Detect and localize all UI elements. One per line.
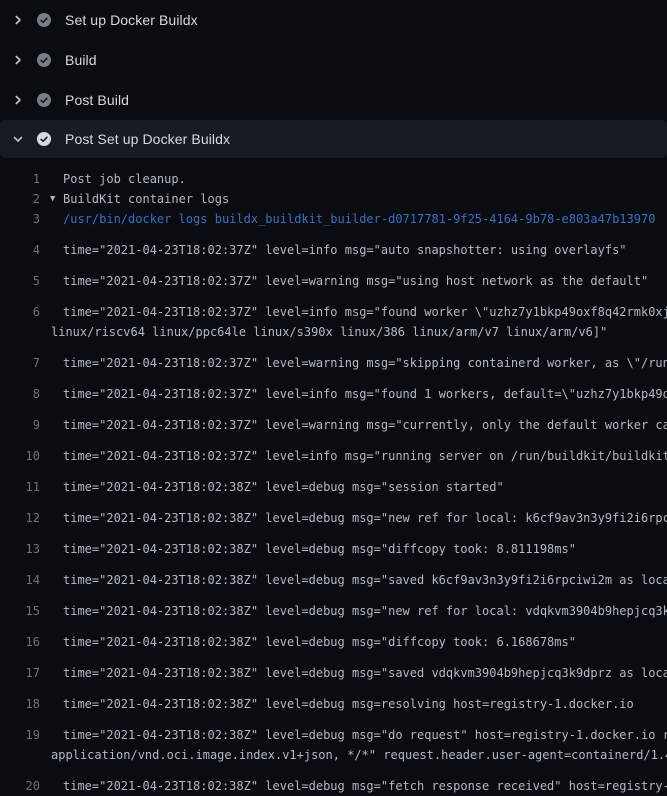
chevron-right-icon[interactable] <box>10 12 26 28</box>
log-line-number[interactable]: 7 <box>0 353 40 373</box>
log-line-number[interactable]: 17 <box>0 663 40 683</box>
step-label: Build <box>65 52 97 68</box>
log-line-number[interactable]: 4 <box>0 240 40 260</box>
log-line-text: BuildKit container logs <box>63 189 229 209</box>
step-label: Post Build <box>65 92 129 108</box>
log-line-text: application/vnd.oci.image.index.v1+json,… <box>51 745 667 765</box>
log-line-number[interactable]: 14 <box>0 570 40 590</box>
log-line-number[interactable]: 20 <box>0 776 40 796</box>
log-line-text: time="2021-04-23T18:02:37Z" level=info m… <box>63 240 627 260</box>
log-line-number[interactable]: 12 <box>0 508 40 528</box>
log-line-number[interactable]: 19 <box>0 725 40 745</box>
chevron-right-icon[interactable] <box>10 92 26 108</box>
log-line: 11 time="2021-04-23T18:02:38Z" level=debu… <box>0 466 667 497</box>
check-circle-icon <box>37 93 51 107</box>
log-line-text: time="2021-04-23T18:02:38Z" level=debug … <box>63 601 667 621</box>
log-line: 3/usr/bin/docker logs buildx_buildkit_bu… <box>0 209 667 229</box>
log-line-number[interactable]: 5 <box>0 271 40 291</box>
log-line: 10 time="2021-04-23T18:02:37Z" level=info… <box>0 435 667 466</box>
log-line-text: time="2021-04-23T18:02:38Z" level=debug … <box>63 725 667 745</box>
log-line: 20 time="2021-04-23T18:02:38Z" level=debu… <box>0 765 667 796</box>
log-line: 12 time="2021-04-23T18:02:38Z" level=debu… <box>0 497 667 528</box>
log-line: 16 time="2021-04-23T18:02:38Z" level=debu… <box>0 621 667 652</box>
log-line: 1 Post job cleanup. <box>0 169 667 189</box>
log-line-text: time="2021-04-23T18:02:37Z" level=warnin… <box>63 271 648 291</box>
log-line-number[interactable]: 2 <box>0 189 40 209</box>
log-line-text: time="2021-04-23T18:02:37Z" level=warnin… <box>63 353 667 373</box>
log-line-number[interactable]: 15 <box>0 601 40 621</box>
log-line-number[interactable]: 18 <box>0 694 40 714</box>
log-line-text: time="2021-04-23T18:02:38Z" level=debug … <box>63 663 667 683</box>
log-line-text: time="2021-04-23T18:02:37Z" level=info m… <box>63 446 667 466</box>
chevron-down-icon[interactable] <box>10 131 26 147</box>
log-line-number[interactable]: 8 <box>0 384 40 404</box>
chevron-right-icon[interactable] <box>10 52 26 68</box>
log-line: 15 time="2021-04-23T18:02:38Z" level=debu… <box>0 590 667 621</box>
log-line: 17 time="2021-04-23T18:02:38Z" level=debu… <box>0 652 667 683</box>
log-line-text: time="2021-04-23T18:02:37Z" level=info m… <box>63 384 667 404</box>
log-line-number[interactable]: 3 <box>0 209 40 229</box>
log-line-text: time="2021-04-23T18:02:38Z" level=debug … <box>63 539 576 559</box>
log-line-number[interactable]: 1 <box>0 169 40 189</box>
step-row[interactable]: Post Build <box>0 80 667 120</box>
check-circle-icon <box>37 13 51 27</box>
log-line-text: Post job cleanup. <box>63 169 186 189</box>
check-circle-icon <box>37 53 51 67</box>
log-line-text: time="2021-04-23T18:02:38Z" level=debug … <box>63 508 667 528</box>
log-line-text: time="2021-04-23T18:02:38Z" level=debug … <box>63 477 504 497</box>
step-row[interactable]: Post Set up Docker Buildx <box>0 120 667 158</box>
step-list: Set up Docker Buildx Build Post Build Post … <box>0 0 667 158</box>
log-line-number[interactable]: 6 <box>0 302 40 322</box>
step-label: Set up Docker Buildx <box>65 12 198 28</box>
log-line: 14 time="2021-04-23T18:02:38Z" level=debu… <box>0 559 667 590</box>
step-row[interactable]: Set up Docker Buildx <box>0 0 667 40</box>
log-line: 6 time="2021-04-23T18:02:37Z" level=info … <box>0 291 667 322</box>
log-line: 5 time="2021-04-23T18:02:37Z" level=warni… <box>0 260 667 291</box>
log-line: 19 time="2021-04-23T18:02:38Z" level=debu… <box>0 714 667 745</box>
log-line: 4 time="2021-04-23T18:02:37Z" level=info … <box>0 229 667 260</box>
step-label: Post Set up Docker Buildx <box>65 131 230 147</box>
log-line-text: time="2021-04-23T18:02:38Z" level=debug … <box>63 632 576 652</box>
log-line-text: time="2021-04-23T18:02:38Z" level=debug … <box>63 570 667 590</box>
log-line: 7 time="2021-04-23T18:02:37Z" level=warni… <box>0 342 667 373</box>
log-line-number[interactable]: 11 <box>0 477 40 497</box>
log-command-text: /usr/bin/docker logs buildx_buildkit_bui… <box>63 209 655 229</box>
log-line: 8 time="2021-04-23T18:02:37Z" level=info … <box>0 373 667 404</box>
log-line-number[interactable]: 10 <box>0 446 40 466</box>
log-line: linux/riscv64 linux/ppc64le linux/s390x … <box>0 322 667 342</box>
log-pane: 1 Post job cleanup. 2 ▼BuildKit container l… <box>0 158 667 796</box>
log-group-row[interactable]: 2 ▼BuildKit container logs <box>0 189 667 209</box>
log-line-number[interactable]: 13 <box>0 539 40 559</box>
log-line-text: linux/riscv64 linux/ppc64le linux/s390x … <box>51 322 607 342</box>
log-line: 13 time="2021-04-23T18:02:38Z" level=debu… <box>0 528 667 559</box>
log-line-number[interactable]: 9 <box>0 415 40 435</box>
log-line: application/vnd.oci.image.index.v1+json,… <box>0 745 667 765</box>
log-line-text: time="2021-04-23T18:02:38Z" level=debug … <box>63 776 667 796</box>
collapse-triangle-icon[interactable]: ▼ <box>50 189 63 209</box>
check-circle-icon <box>37 132 51 146</box>
log-line: 18 time="2021-04-23T18:02:38Z" level=debu… <box>0 683 667 714</box>
log-line-text: time="2021-04-23T18:02:37Z" level=info m… <box>63 302 667 322</box>
log-line-text: time="2021-04-23T18:02:38Z" level=debug … <box>63 694 634 714</box>
log-line-text: time="2021-04-23T18:02:37Z" level=warnin… <box>63 415 667 435</box>
log-line: 9 time="2021-04-23T18:02:37Z" level=warni… <box>0 404 667 435</box>
log-line-number[interactable]: 16 <box>0 632 40 652</box>
step-row[interactable]: Build <box>0 40 667 80</box>
